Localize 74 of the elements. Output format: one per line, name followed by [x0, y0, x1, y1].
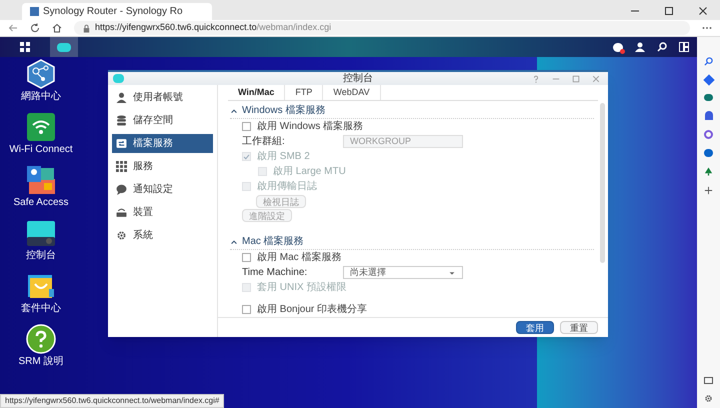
back-arrow-icon[interactable]: [8, 23, 18, 33]
checkbox-label: 套用 UNIX 預設權限: [257, 280, 346, 296]
desktop-icon-label[interactable]: 控制台: [26, 251, 56, 261]
desktop-icon-label[interactable]: 網路中心: [21, 92, 61, 102]
checkbox-label: 啟用 Mac 檔案服務: [257, 250, 342, 266]
checkbox-label: 啟用 Bonjour 印表機分享: [257, 302, 368, 317]
add-icon[interactable]: [704, 186, 713, 195]
control-panel-icon: [57, 42, 71, 52]
tag-icon[interactable]: [702, 74, 714, 86]
tab[interactable]: Win/Mac: [228, 85, 286, 100]
button[interactable]: 重置: [560, 321, 598, 334]
scrollbar[interactable]: [600, 103, 605, 263]
field-label: Time Machine:: [242, 266, 308, 280]
tree-icon[interactable]: [704, 167, 713, 176]
sidebar-item[interactable]: 通知設定: [112, 180, 213, 199]
lock-icon: [82, 24, 91, 32]
settings-icon: [116, 230, 127, 241]
database-icon: [116, 115, 127, 126]
tab-title: Synology Router - Synology Ro: [43, 5, 183, 19]
desktop-icon-label[interactable]: Wi-Fi Connect: [9, 145, 73, 155]
section-title: Windows 檔案服務: [242, 104, 326, 118]
folder-arrows-icon: [116, 138, 127, 149]
tab[interactable]: WebDAV: [323, 85, 381, 100]
network-hexagon-icon: [26, 59, 56, 89]
sidebar-item[interactable]: 檔案服務: [112, 134, 213, 153]
site-favicon-icon: [30, 7, 39, 16]
sidebar-item[interactable]: 儲存空間: [112, 111, 213, 130]
safe-access-icon: [26, 165, 56, 195]
reload-icon[interactable]: [30, 23, 40, 33]
dropdown[interactable]: 尚未選擇: [343, 266, 463, 280]
help-icon[interactable]: [532, 74, 540, 82]
home-icon[interactable]: [52, 23, 62, 33]
wifi-icon: [26, 112, 56, 142]
help-icon: [26, 324, 56, 354]
taskbar-app-button[interactable]: [50, 37, 78, 57]
tab[interactable]: FTP: [285, 85, 324, 100]
sidebar-item[interactable]: 使用者帳號: [112, 88, 213, 107]
address-bar[interactable]: https://yifengwrx560.tw6.quickconnect.to/webman/index.cgi: [74, 21, 690, 35]
sidebar-item[interactable]: 系統: [112, 226, 213, 245]
checkbox[interactable]: [242, 253, 251, 262]
settings-icon[interactable]: [704, 394, 713, 403]
button[interactable]: 套用: [516, 321, 554, 334]
checkbox-label: 啟用 Windows 檔案服務: [257, 120, 364, 134]
close-icon[interactable]: [698, 6, 708, 16]
url-text: https://yifengwrx560.tw6.quickconnect.to/webman/index.cgi: [95, 21, 332, 34]
panel-icon[interactable]: [704, 377, 713, 384]
window-app-icon: [113, 74, 124, 83]
field-label: 工作群組:: [242, 135, 286, 149]
user-icon[interactable]: [635, 42, 645, 52]
router-icon: [116, 207, 127, 218]
desktop-icon-label[interactable]: Safe Access: [13, 198, 69, 208]
user-icon: [116, 92, 127, 103]
control-panel-icon: [26, 218, 56, 248]
grid-icon: [116, 161, 127, 172]
chat-bubble-icon: [116, 184, 127, 195]
sidebar-item[interactable]: 裝置: [112, 203, 213, 222]
desktop-icon-label[interactable]: 套件中心: [21, 304, 61, 314]
checkbox-label: 啟用傳輸日誌: [257, 180, 317, 194]
grid-icon: [20, 42, 30, 52]
checkbox[interactable]: [242, 305, 251, 314]
widgets-icon[interactable]: [679, 42, 689, 52]
status-url: https://yifengwrx560.tw6.quickconnect.to/webman/index.cgi#: [0, 394, 224, 408]
search-icon[interactable]: [657, 42, 667, 52]
checkbox-label: 啟用 SMB 2: [257, 150, 310, 164]
browser-tab[interactable]: Synology Router - Synology Ro: [22, 3, 212, 20]
ring-icon[interactable]: [704, 130, 713, 139]
checkbox-label: 啟用 Large MTU: [273, 165, 346, 179]
chat-icon[interactable]: [613, 42, 623, 52]
sidebar-item[interactable]: 服務: [112, 157, 213, 176]
section-title: Mac 檔案服務: [242, 234, 304, 250]
checkbox[interactable]: [242, 122, 251, 131]
window-title: 控制台: [343, 72, 373, 86]
maximize-icon[interactable]: [664, 6, 674, 16]
desktop-icon-label[interactable]: SRM 說明: [18, 357, 64, 367]
